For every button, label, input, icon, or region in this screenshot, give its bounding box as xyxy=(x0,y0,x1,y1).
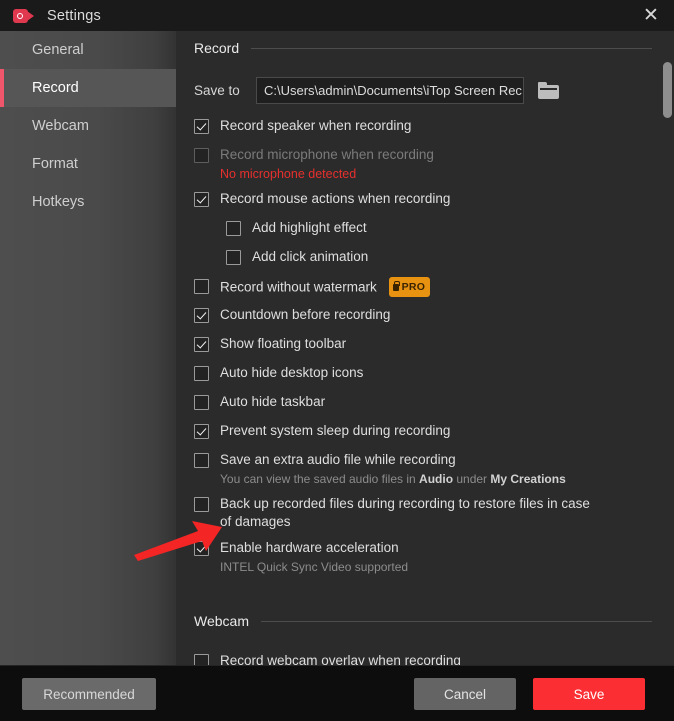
option-label: Save an extra audio file while recording xyxy=(220,452,456,467)
option-auto-hide-desktop-icons[interactable]: Auto hide desktop icons xyxy=(194,362,674,391)
checkbox-add-highlight-effect[interactable] xyxy=(226,221,241,236)
scrollbar-thumb[interactable] xyxy=(663,62,672,118)
checkbox-record-webcam-overlay[interactable] xyxy=(194,654,209,665)
option-add-click-animation[interactable]: Add click animation xyxy=(194,246,674,275)
option-save-extra-audio-file[interactable]: Save an extra audio file while recording… xyxy=(194,449,674,493)
option-add-highlight-effect[interactable]: Add highlight effect xyxy=(194,217,674,246)
option-label: Record webcam overlay when recording xyxy=(220,653,461,665)
checkbox-record-without-watermark[interactable] xyxy=(194,279,209,294)
option-label: Auto hide taskbar xyxy=(220,394,326,409)
sidebar-item-label: Webcam xyxy=(32,118,89,134)
recommended-button[interactable]: Recommended xyxy=(22,678,156,710)
save-button[interactable]: Save xyxy=(533,678,645,710)
settings-content-panel: Record Save to C:\Users\admin\Documents\… xyxy=(176,31,674,665)
option-label: Auto hide desktop icons xyxy=(220,365,364,380)
option-label: Enable hardware acceleration xyxy=(220,540,399,555)
section-title: Record xyxy=(194,40,240,56)
checkbox-prevent-system-sleep[interactable] xyxy=(194,424,209,439)
option-record-without-watermark[interactable]: Record without watermark PRO xyxy=(194,275,674,304)
sidebar-item-label: Format xyxy=(32,156,78,172)
folder-icon[interactable] xyxy=(538,81,560,100)
video-camera-icon xyxy=(13,8,35,24)
option-record-microphone: Record microphone when recording No micr… xyxy=(194,144,674,188)
option-microphone-text-group: Record microphone when recording No micr… xyxy=(220,146,434,183)
save-to-row: Save to C:\Users\admin\Documents\iTop Sc… xyxy=(176,65,674,104)
dialog-footer: Recommended Cancel Save xyxy=(0,665,674,721)
checkbox-show-floating-toolbar[interactable] xyxy=(194,337,209,352)
option-sublabel: INTEL Quick Sync Video supported xyxy=(220,560,409,574)
webcam-options-list: Record webcam overlay when recording xyxy=(176,638,674,665)
option-enable-hardware-acceleration[interactable]: Enable hardware acceleration INTEL Quick… xyxy=(194,537,674,581)
checkbox-back-up-recorded-files[interactable] xyxy=(194,497,209,512)
option-label: Add highlight effect xyxy=(252,220,367,235)
title-bar: Settings ✕ xyxy=(0,0,674,31)
checkbox-auto-hide-desktop-icons[interactable] xyxy=(194,366,209,381)
option-sublabel: You can view the saved audio files in Au… xyxy=(220,472,566,486)
option-hwaccel-text-group: Enable hardware acceleration INTEL Quick… xyxy=(220,539,408,576)
section-divider xyxy=(260,620,652,622)
close-icon[interactable]: ✕ xyxy=(628,0,674,31)
sidebar-item-webcam[interactable]: Webcam xyxy=(0,107,176,145)
option-label-group: Record without watermark PRO xyxy=(220,277,431,297)
checkbox-countdown-before-recording[interactable] xyxy=(194,308,209,323)
annotation-arrow-icon xyxy=(134,521,222,561)
option-back-up-recorded-files[interactable]: Back up recorded files during recording … xyxy=(194,493,674,537)
checkbox-save-extra-audio-file[interactable] xyxy=(194,453,209,468)
option-auto-hide-taskbar[interactable]: Auto hide taskbar xyxy=(194,391,674,420)
option-countdown-before-recording[interactable]: Countdown before recording xyxy=(194,304,674,333)
option-label: Record without watermark xyxy=(220,279,377,295)
option-label: Record speaker when recording xyxy=(220,118,412,133)
pro-badge-label: PRO xyxy=(401,281,426,293)
option-prevent-system-sleep[interactable]: Prevent system sleep during recording xyxy=(194,420,674,449)
option-show-floating-toolbar[interactable]: Show floating toolbar xyxy=(194,333,674,362)
option-record-mouse-actions[interactable]: Record mouse actions when recording xyxy=(194,188,674,217)
lock-icon xyxy=(392,280,400,291)
sidebar-item-label: General xyxy=(32,42,84,58)
option-audio-text-group: Save an extra audio file while recording… xyxy=(220,451,566,488)
sidebar-item-format[interactable]: Format xyxy=(0,145,176,183)
checkbox-add-click-animation[interactable] xyxy=(226,250,241,265)
webcam-section-header: Webcam xyxy=(176,604,674,638)
option-label: Back up recorded files during recording … xyxy=(220,496,590,529)
record-section-header: Record xyxy=(176,31,674,65)
option-label: Add click animation xyxy=(252,249,369,264)
cancel-button[interactable]: Cancel xyxy=(414,678,516,710)
save-to-label: Save to xyxy=(194,83,240,98)
checkbox-auto-hide-taskbar[interactable] xyxy=(194,395,209,410)
section-title: Webcam xyxy=(194,613,249,629)
checkbox-record-mouse-actions[interactable] xyxy=(194,192,209,207)
option-label: Show floating toolbar xyxy=(220,336,347,351)
option-record-webcam-overlay[interactable]: Record webcam overlay when recording xyxy=(194,650,674,665)
option-label: Record mouse actions when recording xyxy=(220,191,451,206)
save-path-input[interactable]: C:\Users\admin\Documents\iTop Screen Rec xyxy=(256,77,524,104)
option-label: Record microphone when recording xyxy=(220,147,434,162)
checkbox-record-speaker[interactable] xyxy=(194,119,209,134)
settings-dialog: ‹ ‹ Settings ✕ General Record Webcam For… xyxy=(0,0,674,721)
pro-badge[interactable]: PRO xyxy=(388,277,431,297)
option-record-speaker[interactable]: Record speaker when recording xyxy=(194,115,674,144)
window-title: Settings xyxy=(47,7,101,24)
option-label: Prevent system sleep during recording xyxy=(220,423,451,438)
section-divider xyxy=(251,47,652,49)
record-options-list: Record speaker when recording Record mic… xyxy=(176,104,674,581)
sidebar-item-label: Record xyxy=(32,80,79,96)
scrollbar-track[interactable] xyxy=(663,33,672,661)
sidebar-item-general[interactable]: General xyxy=(0,31,176,69)
sidebar-item-record[interactable]: Record xyxy=(0,69,176,107)
microphone-warning: No microphone detected xyxy=(220,167,357,181)
sidebar: General Record Webcam Format Hotkeys xyxy=(0,31,176,665)
checkbox-record-microphone xyxy=(194,148,209,163)
sidebar-item-hotkeys[interactable]: Hotkeys xyxy=(0,183,176,221)
option-label: Countdown before recording xyxy=(220,307,391,322)
sidebar-item-label: Hotkeys xyxy=(32,194,85,210)
